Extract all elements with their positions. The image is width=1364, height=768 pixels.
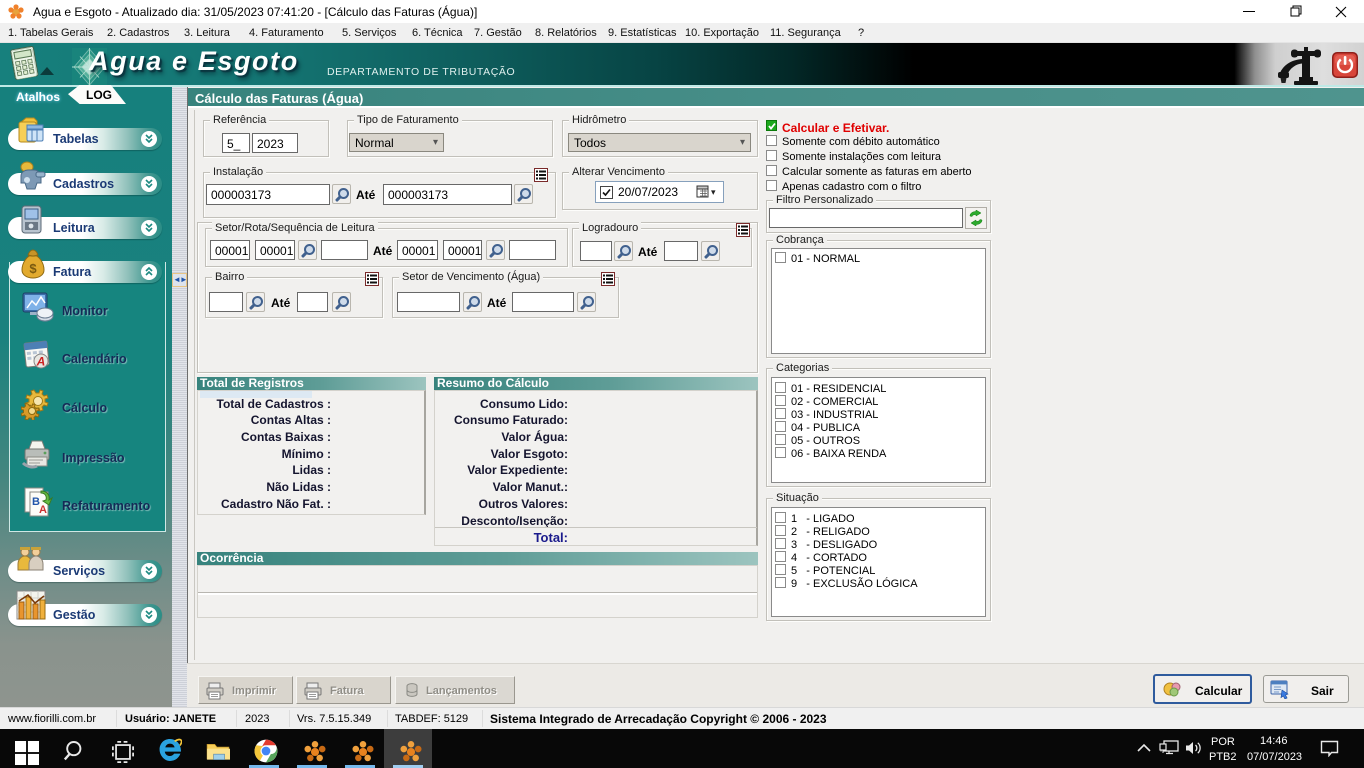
svg-text:A: A [36, 355, 46, 369]
svg-text:$: $ [29, 261, 37, 276]
svg-text:A: A [39, 504, 47, 516]
